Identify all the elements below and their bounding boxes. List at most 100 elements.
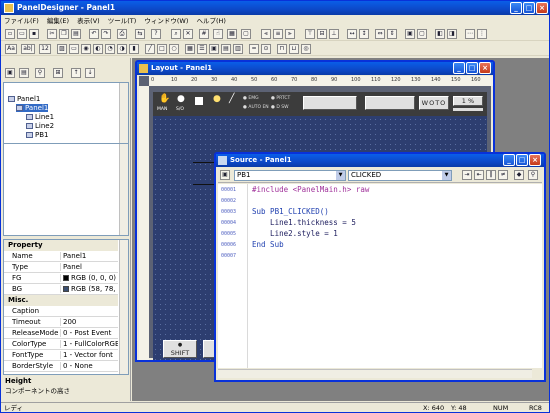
- layout-close-button[interactable]: ×: [479, 62, 491, 74]
- knob-tool-icon[interactable]: ⊙: [261, 44, 271, 54]
- comment-icon[interactable]: ‖: [486, 170, 496, 180]
- prop-row-name[interactable]: Name Panel1: [4, 251, 118, 262]
- paste-icon[interactable]: ▤: [71, 29, 81, 39]
- zoom-icon[interactable]: ⌕: [171, 29, 181, 39]
- tree-item-line1[interactable]: Line1: [26, 113, 54, 121]
- tree-item-panel1[interactable]: Panel1: [16, 104, 49, 112]
- tab-tool-icon[interactable]: ⊓: [277, 44, 287, 54]
- code-editor[interactable]: 00001 00002 00003 00004 00005 00006 0000…: [218, 184, 542, 368]
- menu-file[interactable]: ファイル(F): [1, 15, 42, 27]
- size-w-icon[interactable]: ⇔: [375, 29, 385, 39]
- group-icon[interactable]: ▣: [405, 29, 415, 39]
- list-tool-icon[interactable]: ☰: [197, 44, 207, 54]
- tree-item-pb1[interactable]: PB1: [26, 131, 48, 139]
- menu-window[interactable]: ウィンドウ(W): [141, 15, 191, 27]
- align-center-icon[interactable]: ≡: [273, 29, 283, 39]
- align-left-icon[interactable]: ⫷: [261, 29, 271, 39]
- redo-icon[interactable]: ↷: [101, 29, 111, 39]
- outdent-icon[interactable]: ⇤: [474, 170, 484, 180]
- tree-view-icon[interactable]: ⚲: [35, 68, 45, 78]
- editor-horizontal-scrollbar[interactable]: [218, 369, 532, 378]
- object-combo[interactable]: PB1 ▼: [234, 170, 346, 181]
- prop-row-timeout[interactable]: Timeout 200: [4, 317, 118, 328]
- switch-tool-icon[interactable]: ◐: [93, 44, 103, 54]
- panel-view-icon[interactable]: ▣: [5, 68, 15, 78]
- maximize-button[interactable]: □: [523, 2, 535, 14]
- tree-scrollbar[interactable]: [119, 83, 128, 143]
- space-h-icon[interactable]: ↔: [347, 29, 357, 39]
- prop-row-releasemode[interactable]: ReleaseMode 0 - Post Event: [4, 328, 118, 339]
- grid-icon[interactable]: #: [199, 29, 209, 39]
- line-tool-icon[interactable]: ╱: [145, 44, 155, 54]
- align-middle-icon[interactable]: ⊟: [317, 29, 327, 39]
- menu-edit[interactable]: 編集(E): [44, 15, 72, 27]
- prop-row-caption[interactable]: Caption: [4, 306, 118, 317]
- image-tool-icon[interactable]: ▨: [57, 44, 67, 54]
- open-icon[interactable]: ▭: [17, 29, 27, 39]
- panel-tool-icon[interactable]: ▥: [233, 44, 243, 54]
- source-close-button[interactable]: ×: [529, 154, 541, 166]
- label-tool[interactable]: Aa: [5, 44, 17, 54]
- prop-row-type[interactable]: Type Panel: [4, 262, 118, 273]
- prop-row-fg[interactable]: FG RGB (0, 0, 0): [4, 273, 118, 284]
- shift-button[interactable]: ● SHIFT: [163, 340, 197, 358]
- close-button[interactable]: ×: [536, 2, 548, 14]
- print-icon[interactable]: ⎙: [117, 29, 127, 39]
- cut-icon[interactable]: ✂: [47, 29, 57, 39]
- meter-tool-icon[interactable]: ◑: [117, 44, 127, 54]
- layout-maximize-button[interactable]: □: [466, 62, 478, 74]
- source-minimize-button[interactable]: _: [503, 154, 515, 166]
- layout-icon[interactable]: ▦: [227, 29, 237, 39]
- menu-view[interactable]: 表示(V): [74, 15, 103, 27]
- text-tool[interactable]: ab|: [21, 44, 35, 54]
- page-tool-icon[interactable]: ⊔: [289, 44, 299, 54]
- grid-tool-icon[interactable]: ▤: [221, 44, 231, 54]
- property-scrollbar[interactable]: [119, 240, 128, 374]
- prop-row-borderstyle[interactable]: BorderStyle 0 - None: [4, 361, 118, 372]
- move-down-icon[interactable]: ↓: [85, 68, 95, 78]
- new-icon[interactable]: ▫: [5, 29, 15, 39]
- table-tool-icon[interactable]: ▦: [185, 44, 195, 54]
- properties-icon[interactable]: ⊞: [53, 68, 63, 78]
- tree-item-line2[interactable]: Line2: [26, 122, 54, 130]
- save-icon[interactable]: ▪: [29, 29, 39, 39]
- panel-blank-button-2[interactable]: [365, 96, 415, 110]
- dist-v-icon[interactable]: ⋮: [477, 29, 487, 39]
- hand-icon[interactable]: ☝: [213, 29, 223, 39]
- box-icon[interactable]: ▢: [241, 29, 251, 39]
- event-combo[interactable]: CLICKED ▼: [348, 170, 452, 181]
- minimize-button[interactable]: _: [510, 2, 522, 14]
- align-right-icon[interactable]: ⫸: [285, 29, 295, 39]
- indent-icon[interactable]: ⇥: [462, 170, 472, 180]
- front-icon[interactable]: ◧: [435, 29, 445, 39]
- ellipse-tool-icon[interactable]: ○: [169, 44, 179, 54]
- move-up-icon[interactable]: ↑: [71, 68, 81, 78]
- size-h-icon[interactable]: ⇕: [387, 29, 397, 39]
- object-browser-icon[interactable]: ▣: [220, 170, 230, 180]
- align-top-icon[interactable]: ⊤: [305, 29, 315, 39]
- sync-icon[interactable]: ⇆: [135, 29, 145, 39]
- button-tool-icon[interactable]: ▭: [69, 44, 79, 54]
- undo-icon[interactable]: ↶: [89, 29, 99, 39]
- source-maximize-button[interactable]: □: [516, 154, 528, 166]
- help-icon[interactable]: ?: [151, 29, 161, 39]
- copy-icon[interactable]: ❐: [59, 29, 69, 39]
- woto-button[interactable]: WOTO: [419, 96, 449, 110]
- bar-tool-icon[interactable]: ▮: [129, 44, 139, 54]
- gauge-tool-icon[interactable]: ◔: [105, 44, 115, 54]
- frame-tool-icon[interactable]: ▣: [209, 44, 219, 54]
- dial-tool-icon[interactable]: ◎: [301, 44, 311, 54]
- space-v-icon[interactable]: ↕: [359, 29, 369, 39]
- component-view-icon[interactable]: ▤: [19, 68, 29, 78]
- uncomment-icon[interactable]: ≠: [498, 170, 508, 180]
- prop-row-bg[interactable]: BG RGB (58, 78, 11: [4, 284, 118, 295]
- tree-scrollbar-lower[interactable]: [119, 144, 128, 235]
- menu-help[interactable]: ヘルプ(H): [193, 15, 228, 27]
- panel-blank-button-1[interactable]: [303, 96, 357, 110]
- rect-tool-icon[interactable]: □: [157, 44, 167, 54]
- ungroup-icon[interactable]: ▢: [417, 29, 427, 39]
- number-tool[interactable]: 12: [39, 44, 51, 54]
- layout-minimize-button[interactable]: _: [453, 62, 465, 74]
- tree-item-panel1-root[interactable]: Panel1: [8, 95, 40, 103]
- lamp-tool-icon[interactable]: ◉: [81, 44, 91, 54]
